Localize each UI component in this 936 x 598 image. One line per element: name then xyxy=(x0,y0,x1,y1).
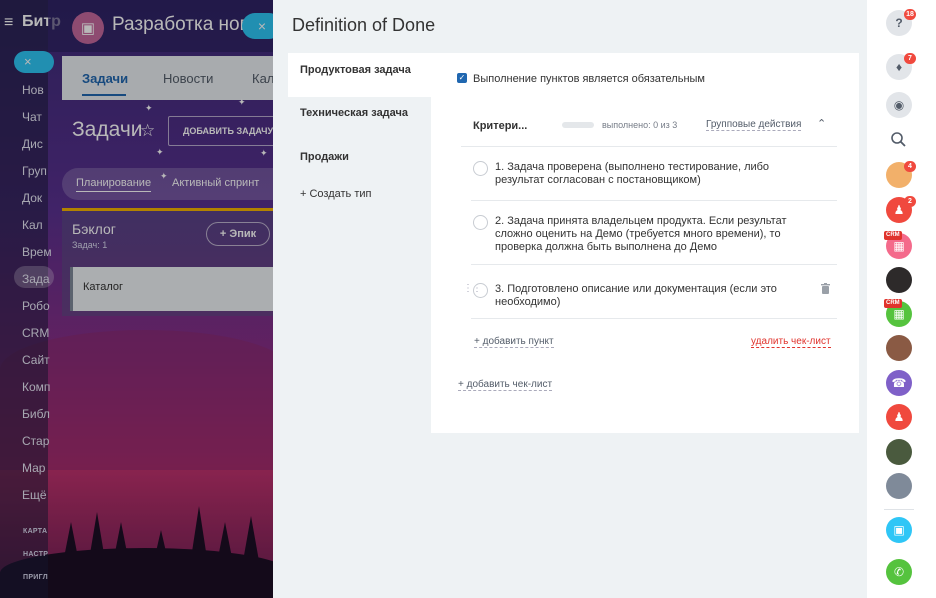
avatar[interactable] xyxy=(886,439,912,465)
checklist-done-count: выполнено: 0 из 3 xyxy=(602,120,678,130)
item-checkbox[interactable] xyxy=(473,283,488,298)
checklist-header: Критери... выполнено: 0 из 3 Групповые д… xyxy=(461,117,837,147)
definition-of-done-slider: Definition of Done Продуктовая задача Те… xyxy=(273,0,867,598)
search-icon[interactable] xyxy=(886,127,912,153)
checklist-item: ⋮⋮ 3. Подготовлено описание или документ… xyxy=(463,281,837,319)
type-item-technical[interactable]: Техническая задача xyxy=(288,107,431,120)
required-checkbox[interactable]: ✓ xyxy=(457,73,467,83)
checklist-item: 2. Задача принята владельцем продукта. Е… xyxy=(471,213,837,265)
screen-share-icon[interactable]: ▣ xyxy=(886,517,912,543)
notification-badge: 7 xyxy=(904,53,916,64)
avatar[interactable] xyxy=(886,335,912,361)
group-actions-link[interactable]: Групповые действия xyxy=(706,119,802,131)
trash-icon[interactable] xyxy=(821,283,830,294)
divider xyxy=(884,509,914,510)
item-text[interactable]: 3. Подготовлено описание или документаци… xyxy=(495,283,795,309)
checklist-progress-bar xyxy=(562,122,594,128)
crm-tag: CRM xyxy=(884,231,902,240)
help-badge: 18 xyxy=(904,9,916,20)
required-label: Выполнение пунктов является обязательным xyxy=(473,73,705,85)
item-checkbox[interactable] xyxy=(473,161,488,176)
checklist-card: ✓ Выполнение пунктов является обязательн… xyxy=(431,53,859,433)
right-toolbar: ? 18 ♦ 7 ◉ 4 ♟ 2 ▦ CRM ▦ CRM ☎ ♟ ▣ ✆ xyxy=(867,0,936,598)
group-badge: 2 xyxy=(904,196,916,207)
avatar-badge: 4 xyxy=(904,161,916,172)
overlay-dim[interactable] xyxy=(0,0,290,598)
avatar[interactable] xyxy=(886,473,912,499)
chevron-up-icon[interactable]: ⌃ xyxy=(817,117,826,130)
crm-tag: CRM xyxy=(884,299,902,308)
item-text[interactable]: 2. Задача принята владельцем продукта. Е… xyxy=(495,215,795,254)
type-item-sales[interactable]: Продажи xyxy=(288,151,431,164)
create-type-link[interactable]: + Создать тип xyxy=(288,188,431,201)
background-page: ≡ Битр × Нов Чат Дис Груп Док Кал Врем З… xyxy=(0,0,290,598)
type-item-product[interactable]: Продуктовая задача xyxy=(288,53,431,97)
add-item-link[interactable]: + добавить пункт xyxy=(474,336,554,348)
chat-icon[interactable]: ◉ xyxy=(886,92,912,118)
item-checkbox[interactable] xyxy=(473,215,488,230)
user-icon[interactable]: ♟ xyxy=(886,404,912,430)
slider-title: Definition of Done xyxy=(292,15,436,35)
delete-checklist-link[interactable]: удалить чек-лист xyxy=(751,336,831,348)
phone-chat-icon[interactable]: ☎ xyxy=(886,370,912,396)
phone-icon[interactable]: ✆ xyxy=(886,559,912,585)
checklist-title[interactable]: Критери... xyxy=(473,120,527,132)
checklist-item: 1. Задача проверена (выполнено тестирова… xyxy=(471,159,837,201)
add-checklist-link[interactable]: + добавить чек-лист xyxy=(458,379,553,391)
item-text[interactable]: 1. Задача проверена (выполнено тестирова… xyxy=(495,161,795,187)
avatar[interactable] xyxy=(886,267,912,293)
